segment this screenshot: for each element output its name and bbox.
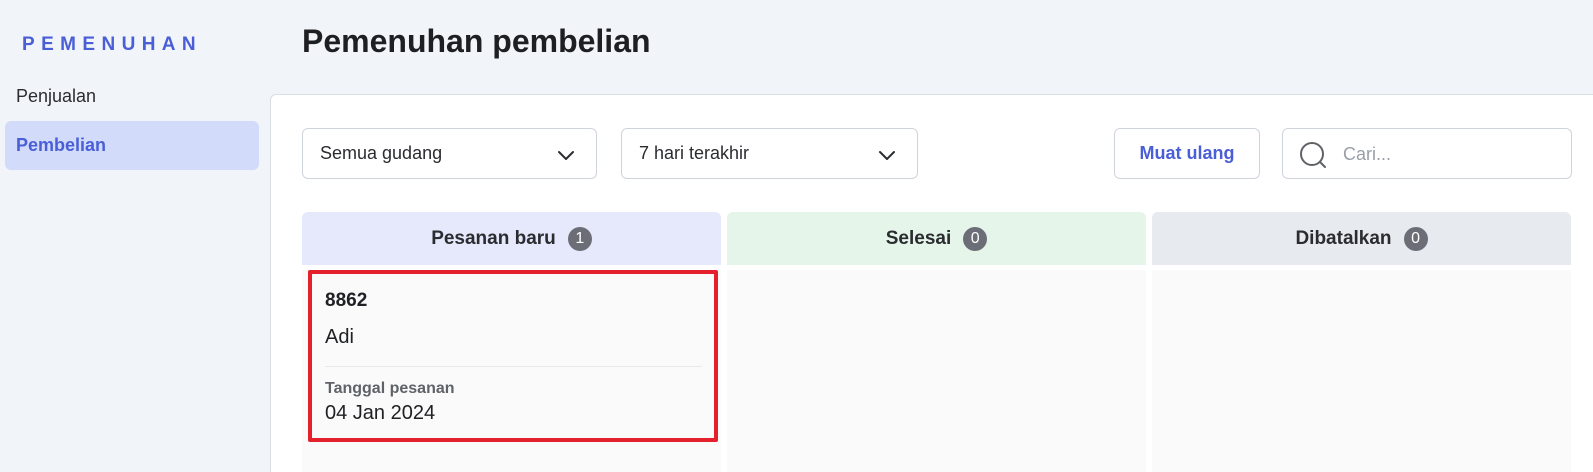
search-box[interactable] [1282, 128, 1572, 179]
count-badge: 0 [1403, 226, 1428, 251]
reload-button[interactable]: Muat ulang [1114, 128, 1260, 179]
column-header-selesai: Selesai 0 [727, 212, 1146, 265]
sidebar-item-pembelian[interactable]: Pembelian [5, 121, 259, 170]
count-badge: 1 [567, 226, 592, 251]
column-header-dibatalkan: Dibatalkan 0 [1152, 212, 1571, 265]
warehouse-select[interactable]: Semua gudang [302, 128, 597, 179]
search-input[interactable] [1341, 137, 1561, 171]
sidebar-heading: PEMENUHAN [22, 34, 203, 55]
chevron-down-icon [558, 151, 574, 160]
order-date-label: Tanggal pesanan [325, 380, 455, 397]
sidebar-item-penjualan[interactable]: Penjualan [5, 72, 259, 121]
order-card[interactable]: 8862 Adi Tanggal pesanan 04 Jan 2024 [308, 270, 718, 442]
sidebar: PEMENUHAN Penjualan Pembelian [0, 0, 266, 472]
warehouse-select-value: Semua gudang [320, 143, 443, 163]
period-select[interactable]: 7 hari terakhir [621, 128, 918, 179]
count-badge: 0 [963, 226, 988, 251]
order-date: 04 Jan 2024 [325, 402, 436, 424]
column-header-pesanan-baru: Pesanan baru 1 [302, 212, 721, 265]
column-title: Pesanan baru [431, 227, 556, 249]
column-title: Selesai [885, 227, 952, 249]
order-id: 8862 [325, 290, 368, 311]
period-select-value: 7 hari terakhir [639, 143, 750, 163]
search-icon [1300, 142, 1326, 168]
page-title: Pemenuhan pembelian [302, 23, 651, 59]
order-customer: Adi [325, 326, 354, 348]
column-title: Dibatalkan [1295, 227, 1392, 249]
column-body-dibatalkan [1152, 270, 1571, 472]
chevron-down-icon [879, 151, 895, 160]
column-body-selesai [727, 270, 1146, 472]
divider [325, 366, 702, 367]
